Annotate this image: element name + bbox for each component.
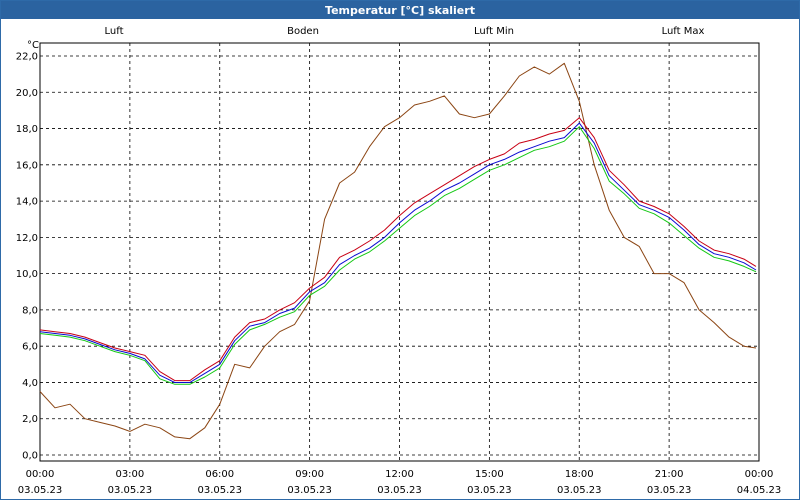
x-tick-date: 03.05.23 xyxy=(647,485,692,496)
y-tick-label: 4,0 xyxy=(22,378,38,389)
x-tick-time: 00:00 xyxy=(745,469,774,480)
y-tick-label: 12,0 xyxy=(16,233,38,244)
y-tick-label: 20,0 xyxy=(16,88,38,99)
x-tick-time: 15:00 xyxy=(475,469,504,480)
x-tick-time: 06:00 xyxy=(205,469,234,480)
x-tick-date: 03.05.23 xyxy=(287,485,332,496)
series-line-luft-max xyxy=(39,117,757,382)
x-tick-date: 04.05.23 xyxy=(737,485,782,496)
chart-window: Temperatur [°C] skaliert Luft Boden Luft… xyxy=(0,0,800,500)
series-line-luft xyxy=(39,122,757,383)
y-axis-unit: °C xyxy=(27,40,39,51)
y-tick-label: 2,0 xyxy=(22,414,38,425)
x-tick-time: 12:00 xyxy=(385,469,414,480)
x-tick-date: 03.05.23 xyxy=(467,485,512,496)
y-tick-label: 10,0 xyxy=(16,269,38,280)
x-tick-date: 03.05.23 xyxy=(108,485,153,496)
y-tick-label: 16,0 xyxy=(16,160,38,171)
series-line-luft-min xyxy=(39,126,757,385)
x-tick-time: 03:00 xyxy=(115,469,144,480)
y-tick-label: 22,0 xyxy=(16,52,38,63)
x-tick-time: 21:00 xyxy=(655,469,684,480)
x-tick-date: 03.05.23 xyxy=(557,485,602,496)
x-tick-date: 03.05.23 xyxy=(377,485,422,496)
x-tick-time: 18:00 xyxy=(565,469,594,480)
x-tick-time: 00:00 xyxy=(26,469,55,480)
y-tick-label: 6,0 xyxy=(22,342,38,353)
y-tick-label: 0,0 xyxy=(22,451,38,462)
y-tick-label: 8,0 xyxy=(22,305,38,316)
y-tick-label: 14,0 xyxy=(16,197,38,208)
temperature-chart: 0,0 2,0 4,0 6,0 8,0 10,0 12,0 14,0 16,0 18,0 20,0 2… xyxy=(16,40,782,496)
x-tick-date: 03.05.23 xyxy=(18,485,63,496)
x-tick-time: 09:00 xyxy=(295,469,324,480)
x-tick-date: 03.05.23 xyxy=(197,485,242,496)
y-tick-label: 18,0 xyxy=(16,124,38,135)
